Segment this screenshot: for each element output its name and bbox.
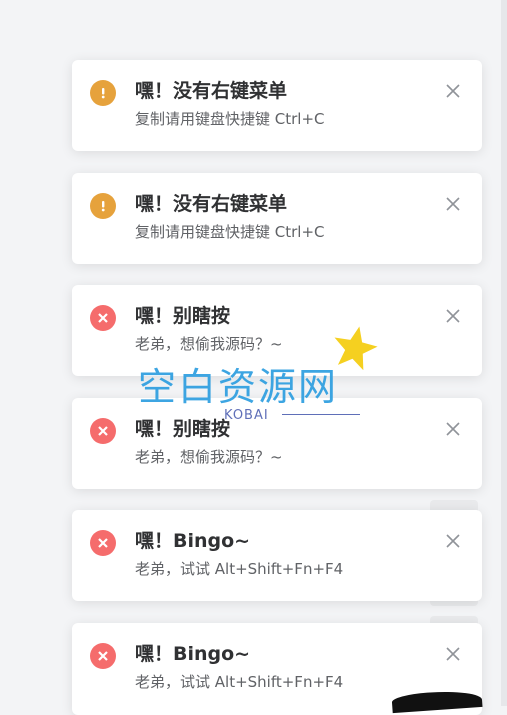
notification-message: 老弟，想偷我源码？~ [135, 448, 283, 466]
notification-title: 嘿！没有右键菜单 [135, 193, 288, 215]
watermark-subtitle: KOBAI [224, 408, 269, 423]
close-icon[interactable] [446, 647, 460, 661]
notification-title: 嘿！Bingo~ [135, 530, 251, 552]
page-scrollbar[interactable] [501, 0, 507, 706]
notification-message: 复制请用键盘快捷键 Ctrl+C [135, 223, 325, 241]
notification-message: 复制请用键盘快捷键 Ctrl+C [135, 110, 325, 128]
notification-message: 老弟，试试 Alt+Shift+Fn+F4 [135, 560, 344, 578]
notification-title: 嘿！别瞎按 [135, 418, 231, 440]
error-icon [90, 530, 116, 556]
notification-toast: 嘿！Bingo~ 老弟，试试 Alt+Shift+Fn+F4 [72, 510, 482, 601]
close-icon[interactable] [446, 534, 460, 548]
close-icon[interactable] [446, 422, 460, 436]
notification-title: 嘿！没有右键菜单 [135, 80, 288, 102]
notification-message: 老弟，想偷我源码？~ [135, 335, 283, 353]
star-icon [334, 326, 378, 370]
warning-icon [90, 193, 116, 219]
notification-message: 老弟，试试 Alt+Shift+Fn+F4 [135, 673, 344, 691]
notification-toast: 嘿！别瞎按 老弟，想偷我源码？~ [72, 398, 482, 489]
error-icon [90, 305, 116, 331]
warning-icon [90, 80, 116, 106]
close-icon[interactable] [446, 197, 460, 211]
watermark-title: 空白资源网 [138, 365, 339, 409]
watermark-divider [282, 414, 360, 415]
notification-title: 嘿！别瞎按 [135, 305, 231, 327]
error-icon [90, 418, 116, 444]
notification-toast: 嘿！没有右键菜单 复制请用键盘快捷键 Ctrl+C [72, 173, 482, 264]
notification-toast: 嘿！没有右键菜单 复制请用键盘快捷键 Ctrl+C [72, 60, 482, 151]
error-icon [90, 643, 116, 669]
notification-title: 嘿！Bingo~ [135, 643, 251, 665]
close-icon[interactable] [446, 309, 460, 323]
close-icon[interactable] [446, 84, 460, 98]
